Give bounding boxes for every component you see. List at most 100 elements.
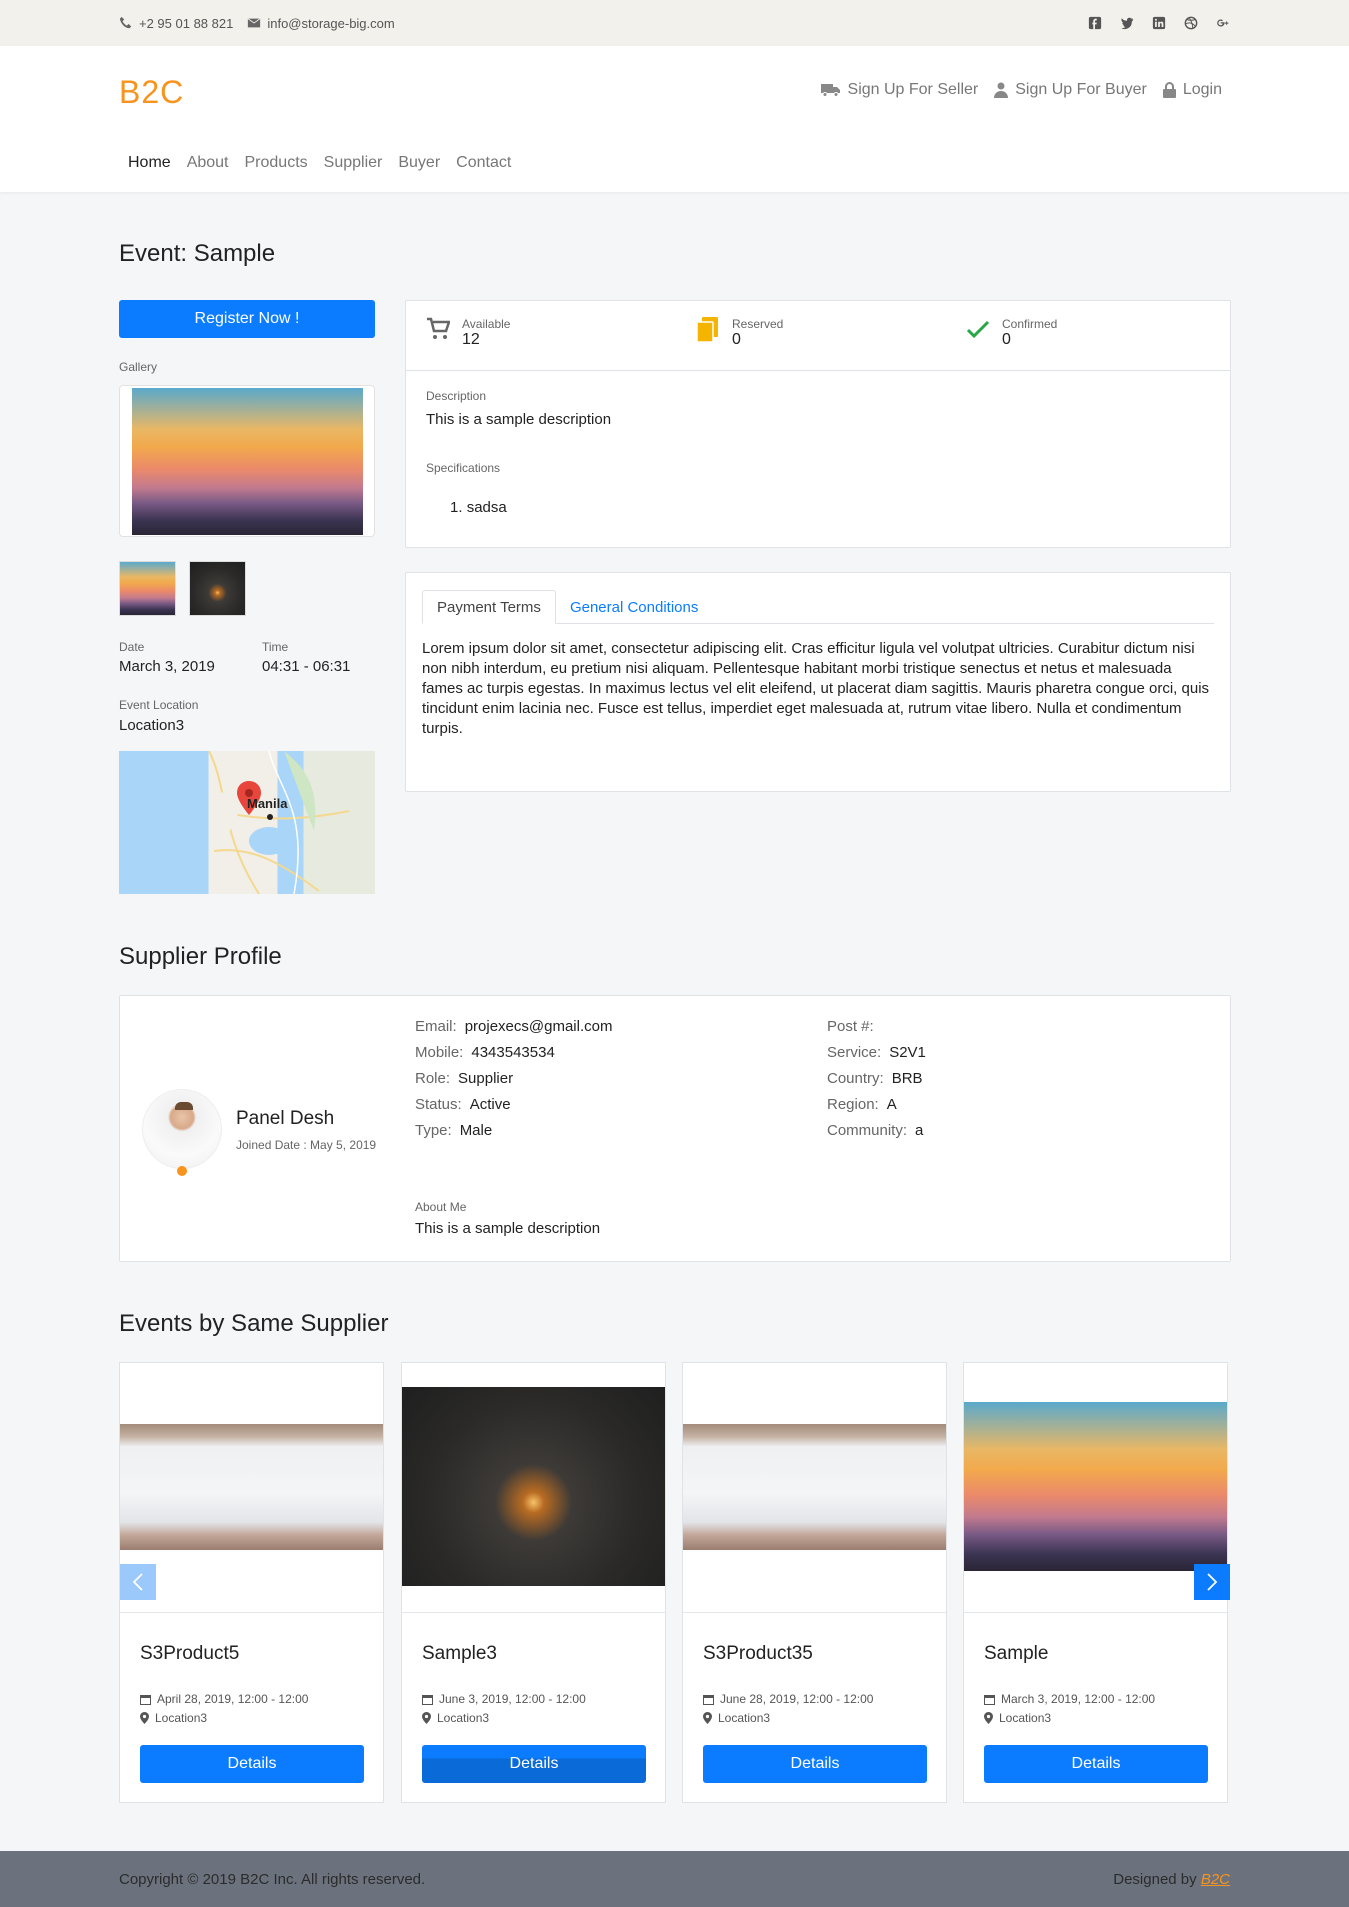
- divider: [683, 1612, 946, 1613]
- phone-contact[interactable]: +2 95 01 88 821: [119, 16, 233, 31]
- event-card-title[interactable]: S3Product35: [703, 1643, 813, 1665]
- gallery-thumbnail-sunset[interactable]: [119, 561, 176, 616]
- sign-up-seller-label: Sign Up For Seller: [847, 81, 979, 98]
- supplier-status: Active: [469, 1096, 511, 1113]
- details-button[interactable]: Details: [703, 1745, 927, 1783]
- supplier-profile-heading: Supplier Profile: [119, 943, 282, 970]
- tabs: Payment Terms General Conditions: [422, 590, 1214, 624]
- supplier-type-row: Type: Male: [415, 1122, 612, 1148]
- supplier-country: BRB: [891, 1070, 923, 1087]
- supplier-region-row: Region: A: [827, 1096, 926, 1122]
- google-plus-icon[interactable]: [1216, 16, 1230, 30]
- facebook-icon[interactable]: [1088, 16, 1102, 30]
- sign-up-buyer-label: Sign Up For Buyer: [1015, 81, 1147, 98]
- supplier-service-row: Service: S2V1: [827, 1044, 926, 1070]
- brand-logo[interactable]: B2C: [119, 74, 184, 111]
- event-map[interactable]: Manila: [119, 751, 375, 894]
- date-label: Date: [119, 640, 145, 654]
- user-icon: [994, 82, 1009, 98]
- supplier-status-row: Status: Active: [415, 1096, 612, 1122]
- event-card-title[interactable]: S3Product5: [140, 1643, 239, 1665]
- location-label: Event Location: [119, 698, 199, 712]
- email-contact[interactable]: info@storage-big.com: [247, 16, 395, 31]
- specification-item: 1. sadsa: [450, 499, 507, 516]
- nav-item-products[interactable]: Products: [237, 154, 316, 172]
- specifications-label: Specifications: [426, 461, 501, 475]
- supplier-details-left: Email: projexecs@gmail.com Mobile: 4343543…: [415, 1018, 612, 1148]
- divider: [402, 1612, 665, 1613]
- twitter-icon[interactable]: [1120, 16, 1134, 30]
- nav-item-home[interactable]: Home: [119, 154, 179, 172]
- event-date: March 3, 2019: [119, 658, 215, 675]
- linkedin-icon[interactable]: [1152, 16, 1166, 30]
- carousel-prev-button[interactable]: [120, 1564, 156, 1600]
- lock-icon: [1162, 82, 1176, 98]
- supplier-email[interactable]: projexecs@gmail.com: [465, 1018, 613, 1044]
- register-button[interactable]: Register Now !: [119, 300, 375, 338]
- designer-link[interactable]: B2C: [1201, 1871, 1230, 1888]
- supplier-mobile-row: Mobile: 4343543534: [415, 1044, 612, 1070]
- event-card-title[interactable]: Sample: [984, 1643, 1048, 1665]
- tab-general-conditions[interactable]: General Conditions: [556, 590, 712, 624]
- supplier-mobile: 4343543534: [471, 1044, 555, 1061]
- gallery-label: Gallery: [119, 360, 158, 374]
- event-details-card: Available 12 Reserved 0 Confirmed 0 Descrip…: [405, 300, 1231, 548]
- description-text: This is a sample description: [426, 411, 612, 428]
- event-card-image: [964, 1402, 1227, 1571]
- reserved-count: 0: [732, 331, 741, 348]
- details-button[interactable]: Details: [140, 1745, 364, 1783]
- event-card-date: June 3, 2019, 12:00 - 12:00: [422, 1692, 586, 1706]
- event-card-location: Location3: [140, 1711, 207, 1725]
- login-label: Login: [1182, 81, 1222, 98]
- time-label: Time: [262, 640, 289, 654]
- event-card-date: March 3, 2019, 12:00 - 12:00: [984, 1692, 1155, 1706]
- supplier-type: Male: [459, 1122, 493, 1139]
- terms-card: Payment Terms General Conditions Lorem i…: [405, 572, 1231, 792]
- event-card[interactable]: S3Product5 April 28, 2019, 12:00 - 12:00…: [119, 1362, 384, 1803]
- supplier-role-row: Role: Supplier: [415, 1070, 612, 1096]
- site-header: B2C Sign Up For Seller Sign Up For Buyer…: [0, 46, 1349, 192]
- supplier-service: S2V1: [889, 1044, 926, 1061]
- gallery-thumbnail-bulb[interactable]: [189, 561, 246, 616]
- social-links: [1088, 16, 1230, 30]
- gallery-main-frame: [119, 385, 375, 537]
- gallery-main-image[interactable]: [132, 388, 363, 535]
- event-card-title[interactable]: Sample3: [422, 1643, 497, 1665]
- avatar[interactable]: [142, 1089, 222, 1176]
- supplier-email-row: Email: projexecs@gmail.com: [415, 1018, 612, 1044]
- event-card[interactable]: Sample3 June 3, 2019, 12:00 - 12:00 Loca…: [401, 1362, 666, 1803]
- files-icon: [696, 317, 718, 343]
- details-button[interactable]: Details: [984, 1745, 1208, 1783]
- supplier-joined-date: Joined Date : May 5, 2019: [236, 1138, 377, 1152]
- dribbble-icon[interactable]: [1184, 16, 1198, 30]
- cart-icon: [427, 317, 450, 339]
- divider: [406, 370, 1230, 371]
- nav-item-about[interactable]: About: [179, 154, 237, 172]
- reserved-label: Reserved: [732, 317, 784, 331]
- divider: [120, 1612, 383, 1613]
- details-button[interactable]: Details: [422, 1745, 646, 1783]
- nav-item-buyer[interactable]: Buyer: [390, 154, 448, 172]
- sign-up-seller-link[interactable]: Sign Up For Seller: [820, 81, 979, 99]
- envelope-icon: [247, 18, 261, 28]
- related-events-heading: Events by Same Supplier: [119, 1310, 389, 1337]
- avatar-hair: [175, 1102, 193, 1110]
- designed-by: Designed by B2C: [1113, 1870, 1230, 1888]
- map-city-label: Manila: [247, 796, 288, 811]
- login-link[interactable]: Login: [1162, 81, 1222, 99]
- top-bar: +2 95 01 88 821 info@storage-big.com: [0, 0, 1349, 46]
- event-card[interactable]: S3Product35 June 28, 2019, 12:00 - 12:00…: [682, 1362, 947, 1803]
- nav-item-supplier[interactable]: Supplier: [316, 154, 391, 172]
- stat-available: Available 12: [426, 317, 510, 349]
- sign-up-buyer-link[interactable]: Sign Up For Buyer: [994, 81, 1147, 99]
- event-card[interactable]: Sample March 3, 2019, 12:00 - 12:00 Loca…: [963, 1362, 1228, 1803]
- confirmed-count: 0: [1002, 331, 1011, 348]
- account-links: Sign Up For Seller Sign Up For Buyer Log…: [820, 81, 1222, 99]
- supplier-card: Panel Desh Joined Date : May 5, 2019 Ema…: [119, 995, 1231, 1262]
- tab-payment-terms[interactable]: Payment Terms: [422, 590, 556, 624]
- calendar-icon: [140, 1694, 151, 1705]
- carousel-next-button[interactable]: [1194, 1564, 1230, 1600]
- map-marker-icon: [984, 1712, 993, 1724]
- nav-item-contact[interactable]: Contact: [448, 154, 519, 172]
- map-marker-icon: [422, 1712, 431, 1724]
